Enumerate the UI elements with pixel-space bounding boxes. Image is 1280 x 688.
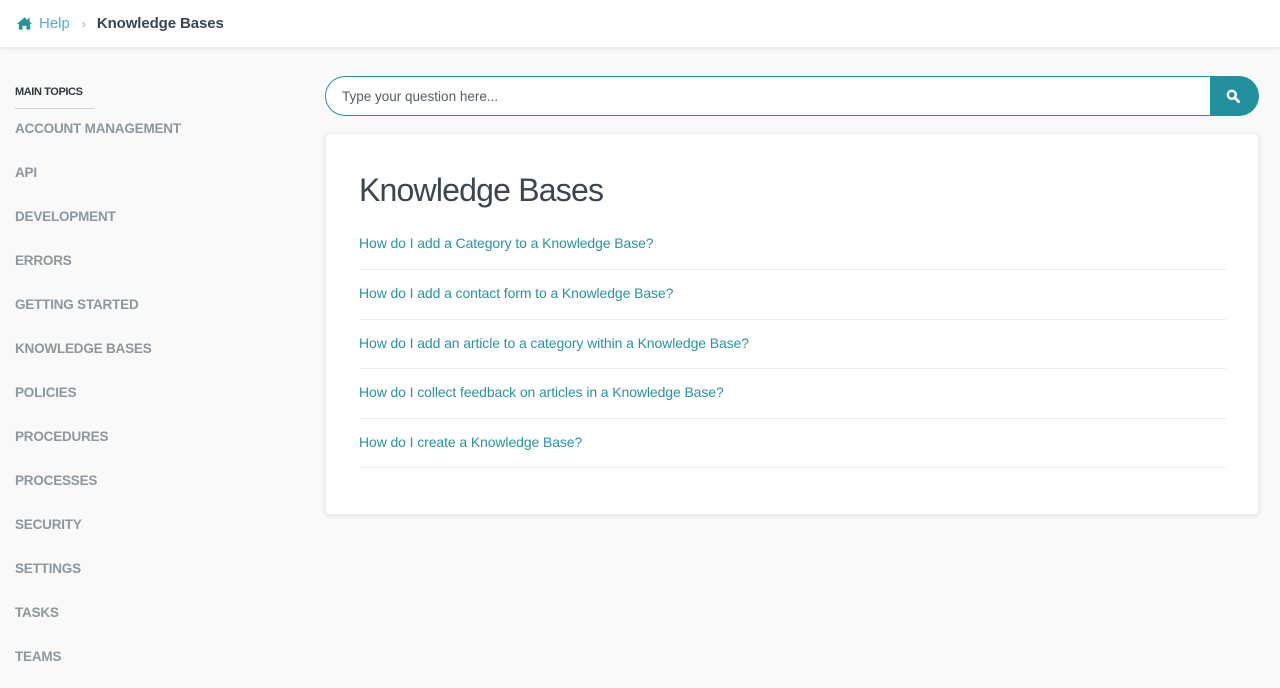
sidebar-title: MAIN TOPICS [15, 86, 94, 109]
breadcrumb-home-link[interactable]: Help [16, 15, 70, 32]
search-button[interactable] [1210, 76, 1259, 116]
article-link[interactable]: How do I add an article to a category wi… [359, 320, 1226, 369]
sidebar-item-processes[interactable]: PROCESSES [15, 459, 215, 503]
sidebar-item-knowledge-bases[interactable]: KNOWLEDGE BASES [15, 327, 215, 371]
sidebar-item-settings[interactable]: SETTINGS [15, 547, 215, 591]
sidebar-item-getting-started[interactable]: GETTING STARTED [15, 283, 215, 327]
breadcrumb-separator-icon: › [81, 16, 86, 31]
sidebar-item-security[interactable]: SECURITY [15, 503, 215, 547]
search-icon [1226, 89, 1240, 103]
breadcrumb-help[interactable]: Help [39, 15, 70, 32]
article-link[interactable]: How do I collect feedback on articles in… [359, 369, 1226, 419]
article-list-card: Knowledge Bases How do I add a Category … [325, 133, 1259, 515]
sidebar-item-policies[interactable]: POLICIES [15, 371, 215, 415]
page-title: Knowledge Bases [359, 172, 604, 208]
sidebar-item-account-management[interactable]: ACCOUNT MANAGEMENT [15, 107, 215, 151]
article-link[interactable]: How do I create a Knowledge Base? [359, 419, 1226, 468]
sidebar-item-tasks[interactable]: TASKS [15, 591, 215, 635]
sidebar-item-teams[interactable]: TEAMS [15, 635, 215, 679]
home-icon [16, 17, 33, 30]
article-list: How do I add a Category to a Knowledge B… [359, 232, 1226, 468]
search-bar [325, 76, 1259, 116]
article-link[interactable]: How do I add a contact form to a Knowled… [359, 270, 1226, 320]
breadcrumb-current: Knowledge Bases [96, 15, 224, 32]
search-input[interactable] [325, 76, 1210, 116]
article-link[interactable]: How do I add a Category to a Knowledge B… [359, 232, 1226, 270]
sidebar-item-errors[interactable]: ERRORS [15, 239, 215, 283]
sidebar-item-api[interactable]: API [15, 151, 215, 195]
sidebar-item-procedures[interactable]: PROCEDURES [15, 415, 215, 459]
sidebar: MAIN TOPICS ACCOUNT MANAGEMENT API DEVEL… [15, 86, 215, 679]
top-bar: Help › Knowledge Bases [0, 0, 1280, 48]
sidebar-item-development[interactable]: DEVELOPMENT [15, 195, 215, 239]
sidebar-topic-list: ACCOUNT MANAGEMENT API DEVELOPMENT ERROR… [15, 107, 215, 679]
